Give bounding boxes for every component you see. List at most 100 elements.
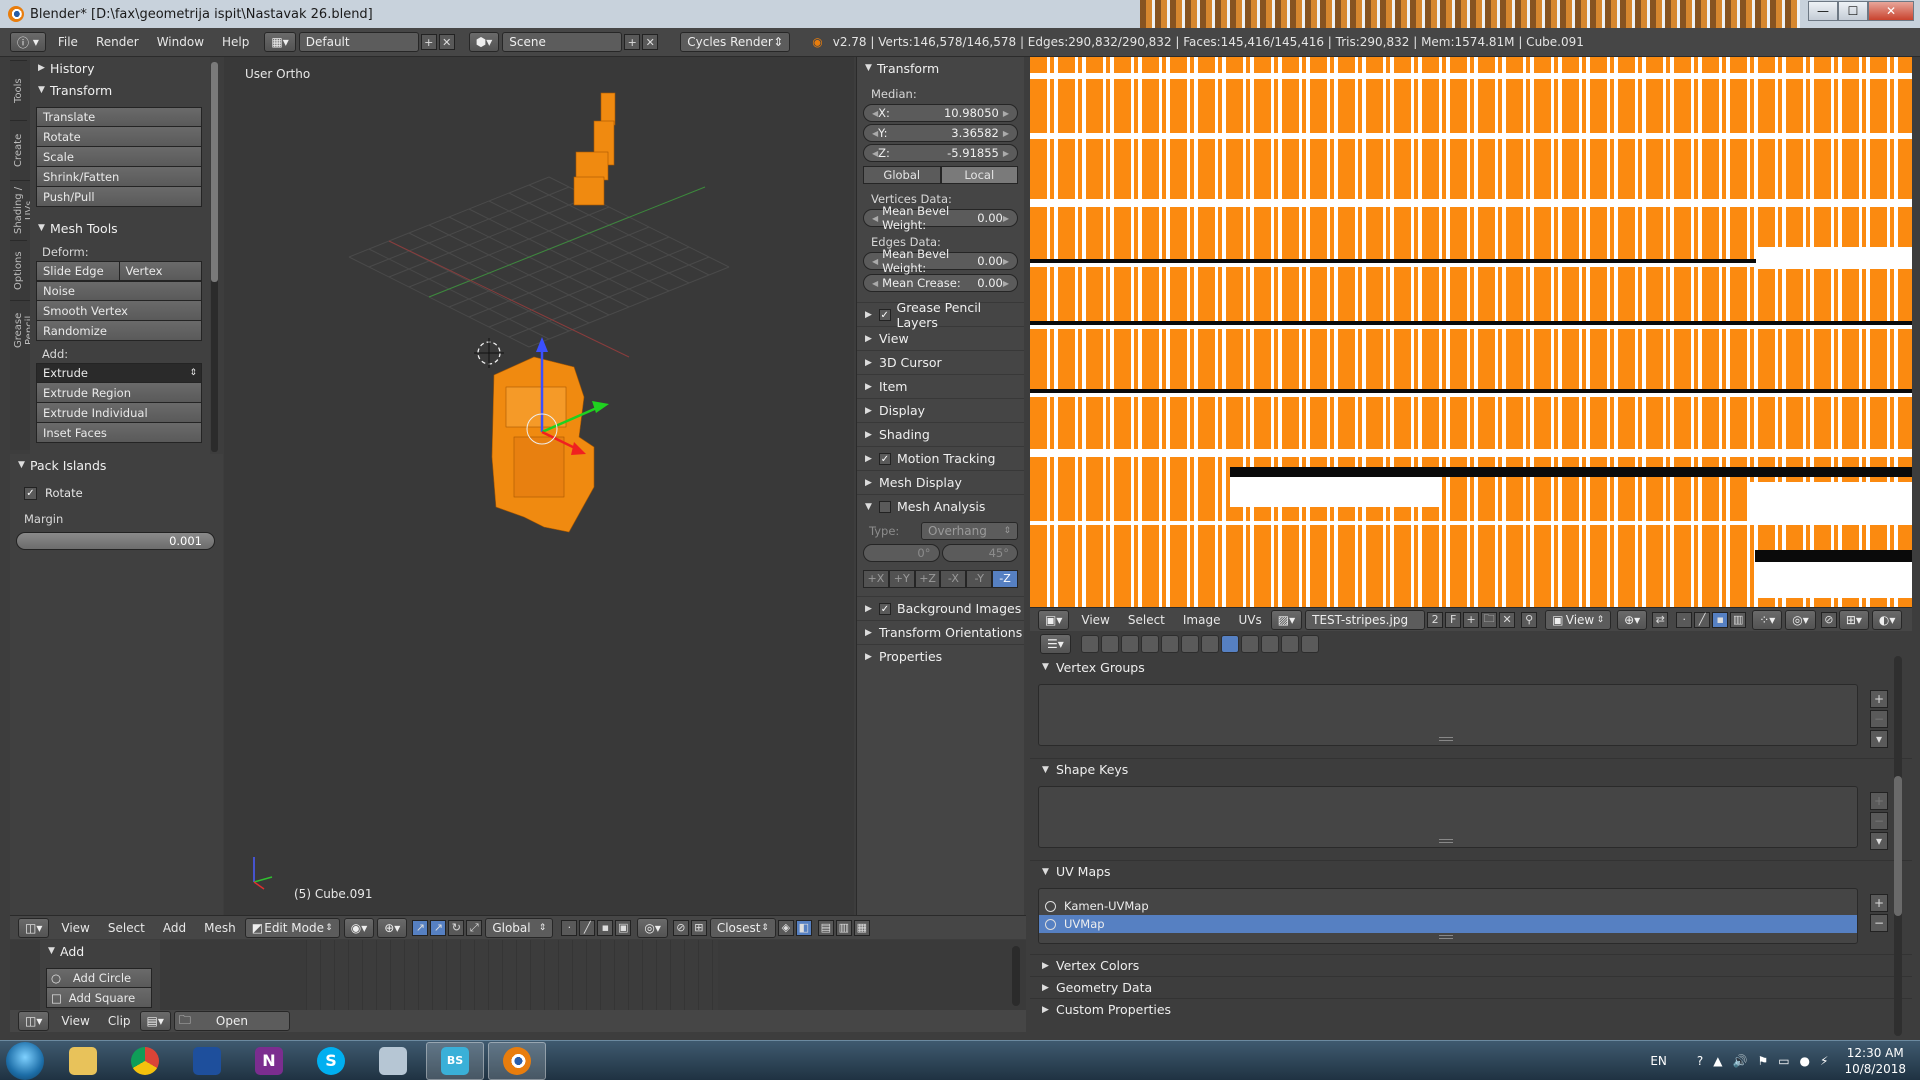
axis-neg-x-button[interactable]: -X <box>940 570 967 588</box>
inset-faces-button[interactable]: Inset Faces <box>36 423 202 443</box>
scale-manipulator-icon[interactable]: ⤢ <box>466 919 483 936</box>
minimize-button[interactable]: — <box>1808 1 1838 21</box>
snap-align-icon[interactable]: ◈ <box>777 919 794 936</box>
modifiers-tab-icon[interactable] <box>1200 635 1219 653</box>
volume-icon[interactable]: 🔊 <box>1732 1054 1747 1068</box>
rotate-option[interactable]: ✓ Rotate <box>10 476 223 506</box>
panel-mesh-analysis[interactable]: ▼ Mesh Analysis <box>857 494 1024 518</box>
render-layers-tab-icon[interactable] <box>1100 635 1119 653</box>
new-image-icon[interactable]: + <box>1463 611 1480 628</box>
tab-tools[interactable]: Tools <box>10 60 27 120</box>
extrude-region-button[interactable]: Extrude Region <box>36 383 202 403</box>
tab-options[interactable]: Options <box>10 240 27 300</box>
add-scene-icon[interactable]: + <box>624 34 641 50</box>
analysis-type-dropdown[interactable]: Overhang ⇕ <box>921 522 1018 540</box>
panel-history[interactable]: ▶ History <box>30 57 210 79</box>
angle-min-field[interactable]: 0° <box>863 544 940 562</box>
render-tab-icon[interactable] <box>1080 635 1099 653</box>
menu-help[interactable]: Help <box>213 35 258 49</box>
editor-type-3dview-button[interactable]: ◫ ▾ <box>18 917 50 938</box>
menu-render[interactable]: Render <box>87 35 148 49</box>
npanel-section-view[interactable]: ▶ View <box>857 326 1024 350</box>
render-engine-dropdown[interactable]: Cycles Render ⇕ <box>680 32 791 52</box>
list-resize-grip[interactable] <box>1439 839 1453 843</box>
npanel-section-grease-pencil-layers[interactable]: ▶ ✓ Grease Pencil Layers <box>857 300 1024 330</box>
image-browse-button[interactable]: ▨ ▾ <box>1270 609 1303 630</box>
axis-neg-y-button[interactable]: -Y <box>966 570 993 588</box>
open-clip-button[interactable]: 🗀 Open <box>173 1011 290 1031</box>
rotate-button[interactable]: Rotate <box>36 127 202 147</box>
remove-uv-map-icon[interactable]: − <box>1870 914 1888 932</box>
power-icon[interactable]: ⚡ <box>1820 1054 1828 1068</box>
uv-menu-uvs[interactable]: UVs <box>1229 613 1270 627</box>
clip-canvas[interactable] <box>306 940 718 1010</box>
add-square-button[interactable]: □ Add Square <box>46 988 152 1008</box>
uv-island-select-icon[interactable]: ▥ <box>1730 611 1747 628</box>
physics-tab-icon[interactable] <box>1300 635 1319 653</box>
proportional-editing-button[interactable]: ◎ ▾ <box>637 917 668 938</box>
taskbar-paint[interactable] <box>364 1042 422 1080</box>
npanel-section-properties[interactable]: ▶ Properties <box>857 644 1024 668</box>
opengl-anim-icon[interactable]: ▥ <box>835 919 852 936</box>
uv-sync-selection-icon[interactable]: ⇄ <box>1652 611 1669 628</box>
angle-max-field[interactable]: 45° <box>941 544 1018 562</box>
taskbar-skype[interactable]: S <box>302 1042 360 1080</box>
unlink-image-icon[interactable]: ✕ <box>1499 611 1516 628</box>
add-uv-map-icon[interactable]: + <box>1870 894 1888 912</box>
npanel-section-shading[interactable]: ▶ Shading <box>857 422 1024 446</box>
checkmark-icon[interactable]: ✓ <box>878 308 891 321</box>
randomize-button[interactable]: Randomize <box>36 321 202 341</box>
network-icon[interactable]: ● <box>1800 1054 1810 1068</box>
menu-file[interactable]: File <box>49 35 87 49</box>
object-tab-icon[interactable] <box>1160 635 1179 653</box>
action-center-icon[interactable]: ⚑ <box>1757 1054 1768 1068</box>
scene-field[interactable]: Scene <box>502 32 623 52</box>
median-y-field[interactable]: ◀ Y: 3.36582 ▶ <box>863 124 1018 142</box>
translate-manipulator-icon[interactable]: ↗ <box>430 919 447 936</box>
manipulator-toggle-icon[interactable]: ↗ <box>412 919 429 936</box>
panel-custom-properties[interactable]: ▶ Custom Properties <box>1030 998 1912 1020</box>
increment-icon[interactable]: ▶ <box>1003 279 1009 288</box>
tool-shelf-scrollbar[interactable] <box>211 62 218 452</box>
pivot-point-button[interactable]: ⊕ ▾ <box>377 917 408 938</box>
panel-geometry-data[interactable]: ▶ Geometry Data <box>1030 976 1912 998</box>
uv-menu-select[interactable]: Select <box>1119 613 1174 627</box>
axis-pos-z-button[interactable]: +Z <box>914 570 941 588</box>
uv-snap-icon[interactable]: ⊘ <box>1820 611 1837 628</box>
median-z-field[interactable]: ◀ Z: -5.91855 ▶ <box>863 144 1018 162</box>
add-vertex-group-icon[interactable]: + <box>1870 690 1888 708</box>
editor-type-properties-button[interactable]: ☰ ▾ <box>1040 634 1071 654</box>
language-indicator[interactable]: EN <box>1650 1054 1667 1068</box>
uv-snap-element-button[interactable]: ⊞ ▾ <box>1838 609 1869 630</box>
edge-mean-bevel-field[interactable]: ◀ Mean Bevel Weight: 0.00 ▶ <box>863 247 1018 275</box>
uv-face-select-icon[interactable]: ▪ <box>1712 611 1729 628</box>
start-button-icon[interactable] <box>6 1041 44 1080</box>
menu-add[interactable]: Add <box>154 921 195 935</box>
clock[interactable]: 12:30 AM 10/8/2018 <box>1844 1045 1906 1077</box>
fake-user-button[interactable]: F <box>1445 611 1462 628</box>
taskbar-bs[interactable]: BS <box>426 1041 484 1080</box>
vertex-mean-bevel-field[interactable]: ◀ Mean Bevel Weight: 0.00 ▶ <box>863 204 1018 232</box>
snap-target-dropdown[interactable]: Closest ⇕ <box>709 917 776 938</box>
axis-pos-y-button[interactable]: +Y <box>888 570 915 588</box>
margin-slider[interactable]: 0.001 <box>16 532 215 550</box>
scrollbar-thumb[interactable] <box>211 62 218 282</box>
shrink-fatten-button[interactable]: Shrink/Fatten <box>36 167 202 187</box>
uv-map-item-kamen[interactable]: Kamen-UVMap <box>1039 897 1857 915</box>
checkmark-icon[interactable]: ✓ <box>879 452 891 465</box>
help-icon[interactable]: ? <box>1697 1054 1703 1068</box>
push-pull-button[interactable]: Push/Pull <box>36 187 202 207</box>
snap-project-icon[interactable]: ◧ <box>795 919 812 936</box>
texture-tab-icon[interactable] <box>1260 635 1279 653</box>
pin-image-icon[interactable]: ⚲ <box>1521 611 1538 628</box>
panel-transform-n[interactable]: ▼ Transform <box>857 57 1024 79</box>
interaction-mode-dropdown[interactable]: ◩ Edit Mode ⇕ <box>244 917 340 938</box>
list-resize-grip[interactable] <box>1439 737 1453 741</box>
uv-sticky-select-button[interactable]: ⁘ ▾ <box>1752 609 1783 630</box>
viewport-shading-button[interactable]: ◉ ▾ <box>343 917 375 938</box>
vertex-group-specials-icon[interactable]: ▾ <box>1870 730 1888 748</box>
median-x-field[interactable]: ◀ X: 10.98050 ▶ <box>863 104 1018 122</box>
increment-icon[interactable]: ▶ <box>1003 214 1009 223</box>
screen-layout-field[interactable]: Default <box>298 32 419 52</box>
npanel-section-mesh-display[interactable]: ▶ Mesh Display <box>857 470 1024 494</box>
